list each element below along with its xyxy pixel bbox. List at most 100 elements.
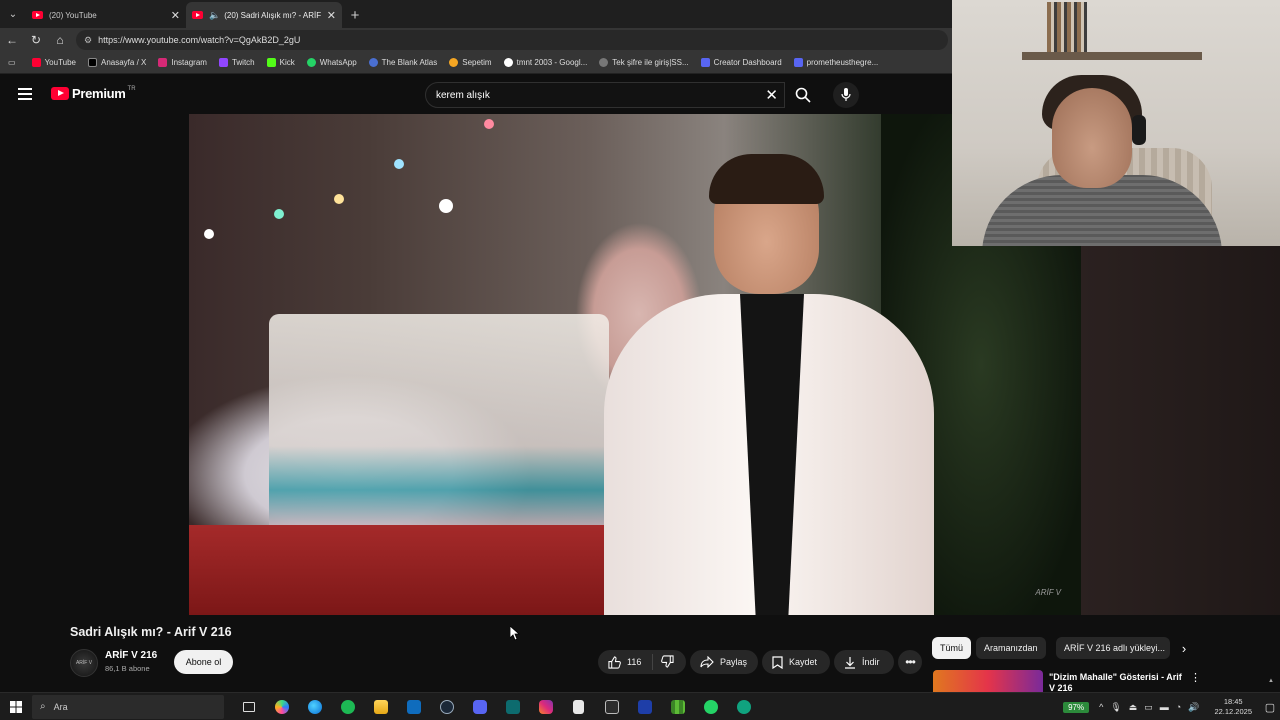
- tab-search-dropdown[interactable]: ⌄: [0, 0, 26, 28]
- bookmark-label: Instagram: [171, 58, 207, 67]
- bookmark-x[interactable]: Anasayfa / X: [82, 58, 152, 67]
- chip-all[interactable]: Tümü: [932, 637, 972, 659]
- recommendation-title[interactable]: "Dizim Mahalle" Gösterisi - Arif V 216: [1049, 672, 1184, 692]
- instagram-icon: [158, 58, 168, 67]
- notification-icon[interactable]: ▢: [1260, 701, 1280, 714]
- search-button[interactable]: [785, 82, 821, 108]
- taskbar-search-placeholder: Ara: [53, 701, 68, 712]
- bookmark-prometheus[interactable]: prometheusthegre...: [788, 58, 885, 67]
- clock-time: 18:45: [1223, 697, 1243, 706]
- clear-search-icon[interactable]: ✕: [765, 86, 778, 104]
- youtube-logo-icon: [51, 87, 69, 100]
- podcast-icon: [793, 58, 803, 67]
- voice-search-button[interactable]: [833, 82, 859, 108]
- download-label: İndir: [862, 657, 880, 667]
- microphone-icon: [841, 88, 851, 101]
- spotify-icon[interactable]: [331, 693, 364, 720]
- start-button[interactable]: [0, 693, 32, 720]
- volume-icon[interactable]: 🔊: [1188, 702, 1199, 713]
- bookmark-label: YouTube: [44, 58, 76, 67]
- chevron-right-icon[interactable]: ›: [1176, 640, 1192, 656]
- steam-icon[interactable]: [430, 693, 463, 720]
- like-dislike-group: 116: [598, 650, 686, 674]
- bookmarks-apps-icon[interactable]: ▭: [0, 58, 26, 67]
- more-horizontal-icon: •••: [905, 655, 916, 669]
- share-icon: [700, 656, 714, 668]
- new-tab-button[interactable]: +: [342, 2, 368, 28]
- subscribe-button[interactable]: Abone ol: [174, 650, 233, 674]
- file-explorer-icon[interactable]: [364, 693, 397, 720]
- instagram-icon[interactable]: [529, 693, 562, 720]
- browser-tab-video[interactable]: 🔈 (20) Sadri Alışık mı? - ARİF V 216 ✕: [186, 2, 342, 28]
- bookmark-whatsapp[interactable]: WhatsApp: [301, 58, 363, 67]
- bookmark-google[interactable]: tmnt 2003 - Googl...: [498, 58, 594, 67]
- outlook-icon[interactable]: [397, 693, 430, 720]
- address-row: ← ↻ ⌂ ⚙ https://www.youtube.com/watch?v=…: [0, 28, 952, 52]
- bookmarks-bar: ▭ YouTube Anasayfa / X Instagram Twitch …: [0, 52, 952, 74]
- bookmark-instagram[interactable]: Instagram: [152, 58, 213, 67]
- bookmark-youtube[interactable]: YouTube: [26, 58, 82, 67]
- more-actions-button[interactable]: •••: [898, 650, 922, 674]
- download-button[interactable]: İndir: [834, 650, 894, 674]
- notepad-icon[interactable]: [562, 693, 595, 720]
- microphone-icon[interactable]: 🎙: [1110, 702, 1121, 713]
- bookmark-creator-dashboard[interactable]: Creator Dashboard: [695, 58, 788, 67]
- battery-icon[interactable]: ▬: [1160, 702, 1169, 712]
- video-player[interactable]: ARİF V: [189, 114, 1081, 615]
- chip-channel-uploads[interactable]: ARİF V 216 adlı yükleyi...: [1056, 637, 1170, 659]
- scroll-up-icon[interactable]: ▲: [1268, 678, 1274, 684]
- share-button[interactable]: Paylaş: [690, 650, 758, 674]
- youtube-premium-logo[interactable]: Premium TR: [51, 86, 136, 101]
- edge-icon[interactable]: [298, 693, 331, 720]
- site-info-icon[interactable]: ⚙: [84, 35, 92, 46]
- taskbar-search[interactable]: ⌕ Ara: [32, 694, 224, 719]
- save-button[interactable]: Kaydet: [762, 650, 830, 674]
- bookmark-twitch[interactable]: Twitch: [213, 58, 261, 67]
- taskbar-apps: [232, 693, 760, 720]
- recommendation-thumbnail[interactable]: [933, 670, 1043, 692]
- like-button[interactable]: 116: [598, 654, 653, 670]
- bookmark-sepetim[interactable]: Sepetim: [443, 58, 497, 67]
- channel-avatar[interactable]: ARİF V: [70, 649, 98, 677]
- whatsapp-icon[interactable]: [694, 693, 727, 720]
- launcher-icon[interactable]: [628, 693, 661, 720]
- obs-icon[interactable]: [595, 693, 628, 720]
- capcut-icon[interactable]: [496, 693, 529, 720]
- tab-title: (20) Sadri Alışık mı? - ARİF V 216: [224, 10, 323, 20]
- eject-icon[interactable]: ⏏: [1129, 702, 1138, 713]
- chatgpt-icon[interactable]: [727, 693, 760, 720]
- kick-icon: [266, 58, 276, 67]
- share-label: Paylaş: [720, 657, 748, 667]
- channel-name[interactable]: ARİF V 216: [105, 650, 157, 661]
- copilot-icon[interactable]: [265, 693, 298, 720]
- address-bar[interactable]: ⚙ https://www.youtube.com/watch?v=QgAkB2…: [76, 30, 948, 50]
- bookmark-blank-atlas[interactable]: The Blank Atlas: [363, 58, 444, 67]
- task-view-icon[interactable]: [232, 693, 265, 720]
- battery-indicator[interactable]: 97%: [1063, 701, 1090, 713]
- wifi-icon[interactable]: ◔: [1176, 702, 1181, 712]
- windows-logo-icon: [10, 700, 22, 713]
- home-button[interactable]: ⌂: [48, 28, 72, 52]
- bookmark-tek-sifre[interactable]: Tek şifre ile giriş|SS...: [593, 58, 694, 67]
- close-tab-icon[interactable]: ✕: [327, 9, 336, 22]
- more-vertical-icon[interactable]: ⋮: [1190, 671, 1201, 684]
- discord-icon[interactable]: [463, 693, 496, 720]
- search-input[interactable]: kerem alışık ✕: [425, 82, 785, 108]
- clock[interactable]: 18:45 22.12.2025: [1214, 697, 1252, 717]
- bookmark-label: Creator Dashboard: [713, 58, 782, 67]
- back-button[interactable]: ←: [0, 28, 24, 52]
- close-tab-icon[interactable]: ✕: [171, 9, 180, 22]
- reload-button[interactable]: ↻: [24, 28, 48, 52]
- browser-tab-youtube[interactable]: (20) YouTube ✕: [26, 2, 186, 28]
- mouse-cursor-icon: [510, 626, 520, 641]
- x-icon: [88, 58, 97, 67]
- chip-from-search[interactable]: Aramanızdan: [976, 637, 1046, 659]
- webcam-overlay: [952, 0, 1280, 246]
- menu-icon[interactable]: [18, 88, 32, 100]
- speaker-icon[interactable]: 🔈: [209, 10, 220, 21]
- minecraft-icon[interactable]: [661, 693, 694, 720]
- chevron-up-icon[interactable]: ^: [1099, 702, 1103, 712]
- bookmark-kick[interactable]: Kick: [261, 58, 301, 67]
- network-icon[interactable]: ▭: [1144, 702, 1153, 713]
- dislike-button[interactable]: [653, 654, 680, 670]
